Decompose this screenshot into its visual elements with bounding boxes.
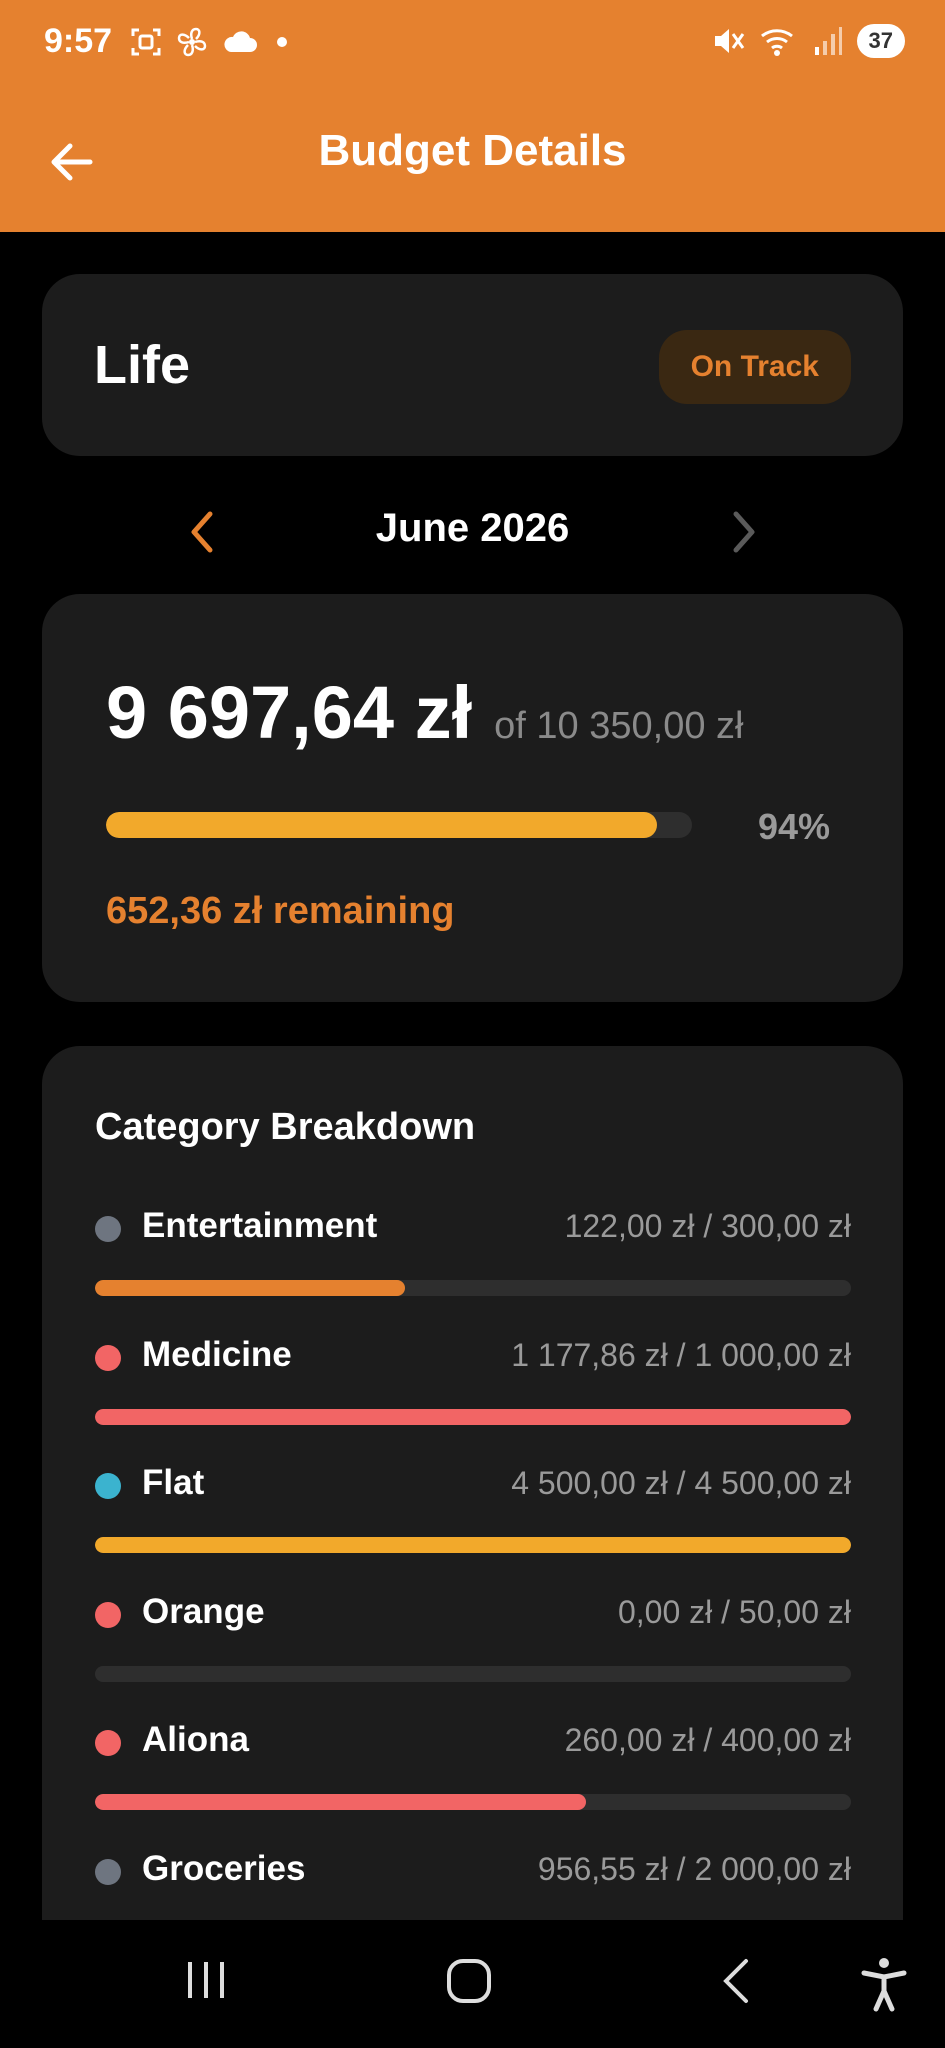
status-left-icons <box>130 26 292 58</box>
status-right-icons: 37 <box>711 24 905 58</box>
app-header: 9:57 37 Budget Details <box>0 0 945 232</box>
category-dot <box>95 1344 121 1371</box>
category-name: Orange <box>142 1591 265 1631</box>
budget-limit: of 10 350,00 zł <box>494 705 744 747</box>
category-amounts: 4 500,00 zł / 4 500,00 zł <box>511 1465 851 1501</box>
spent-line: 9 697,64 zł of 10 350,00 zł <box>106 670 743 755</box>
category-progress-bar <box>95 1665 851 1682</box>
status-time: 9:57 <box>44 22 113 60</box>
screenshot-icon <box>131 28 161 56</box>
category-progress-fill <box>95 1537 851 1553</box>
budget-progress-bar <box>106 812 692 838</box>
category-name: Flat <box>142 1463 205 1502</box>
signal-icon <box>814 27 842 55</box>
category-progress-fill <box>95 1408 851 1425</box>
category-dot <box>95 1473 121 1499</box>
category-progress-bar <box>95 1794 851 1810</box>
category-row[interactable]: Aliona 260,00 zł / 400,00 zł <box>95 1714 851 1814</box>
category-progress-fill <box>95 1794 587 1810</box>
status-badge-label: On Track <box>690 350 819 383</box>
status-badge: On Track <box>658 330 851 404</box>
category-name: Groceries <box>142 1848 306 1888</box>
category-progress-fill <box>95 1280 405 1296</box>
back-icon[interactable] <box>716 1956 756 2006</box>
budget-progress-fill <box>106 812 657 838</box>
category-name: Aliona <box>142 1720 249 1759</box>
month-label: June 2026 <box>375 506 570 550</box>
month-navigator: June 2026 <box>0 500 945 564</box>
category-row[interactable]: Orange 0,00 zł / 50,00 zł <box>95 1586 851 1686</box>
category-row[interactable]: Entertainment 122,00 zł / 300,00 zł <box>95 1200 851 1300</box>
category-amounts: 1 177,86 zł / 1 000,00 zł <box>511 1336 851 1373</box>
spent-amount: 9 697,64 zł <box>106 671 473 754</box>
category-breakdown-card: Category Breakdown Entertainment 122,00 z… <box>42 1046 903 1976</box>
accessibility-icon[interactable] <box>860 1956 908 2012</box>
dot-icon <box>277 37 287 47</box>
chevron-right-icon[interactable] <box>724 508 764 556</box>
category-dot <box>95 1216 121 1242</box>
budget-header-card: Life On Track <box>42 274 903 456</box>
system-nav-bar <box>0 1920 945 2048</box>
category-amounts: 260,00 zł / 400,00 zł <box>564 1722 851 1758</box>
fan-icon <box>177 27 207 57</box>
wifi-icon <box>760 29 793 56</box>
category-progress-bar <box>95 1408 851 1425</box>
category-name: Entertainment <box>142 1206 378 1245</box>
category-amounts: 122,00 zł / 300,00 zł <box>564 1208 851 1244</box>
recent-apps-icon[interactable] <box>184 1958 228 2002</box>
breakdown-title: Category Breakdown <box>95 1106 476 1148</box>
budget-summary-card: 9 697,64 zł of 10 350,00 zł 94% 652,36 z… <box>42 594 903 1002</box>
category-progress-bar <box>95 1537 851 1553</box>
battery-level: 37 <box>868 28 893 53</box>
category-amounts: 956,55 zł / 2 000,00 zł <box>537 1850 851 1887</box>
battery-icon: 37 <box>856 24 905 58</box>
cloud-icon <box>224 31 257 52</box>
budget-name: Life <box>94 335 191 395</box>
category-row[interactable]: Medicine 1 177,86 zł / 1 000,00 zł <box>95 1329 851 1429</box>
status-bar: 9:57 37 <box>0 0 945 88</box>
category-dot <box>95 1601 121 1628</box>
category-progress-bar <box>95 1280 851 1296</box>
category-row[interactable]: Flat 4 500,00 zł / 4 500,00 zł <box>95 1457 851 1557</box>
category-dot <box>95 1858 121 1885</box>
page-title: Budget Details <box>318 126 627 175</box>
mute-icon <box>714 29 744 53</box>
category-amounts: 0,00 zł / 50,00 zł <box>617 1593 851 1630</box>
budget-percent: 94% <box>758 806 831 847</box>
category-name: Medicine <box>142 1334 292 1374</box>
home-icon[interactable] <box>444 1956 494 2006</box>
category-dot <box>95 1730 121 1756</box>
remaining-amount: 652,36 zł remaining <box>106 890 455 932</box>
